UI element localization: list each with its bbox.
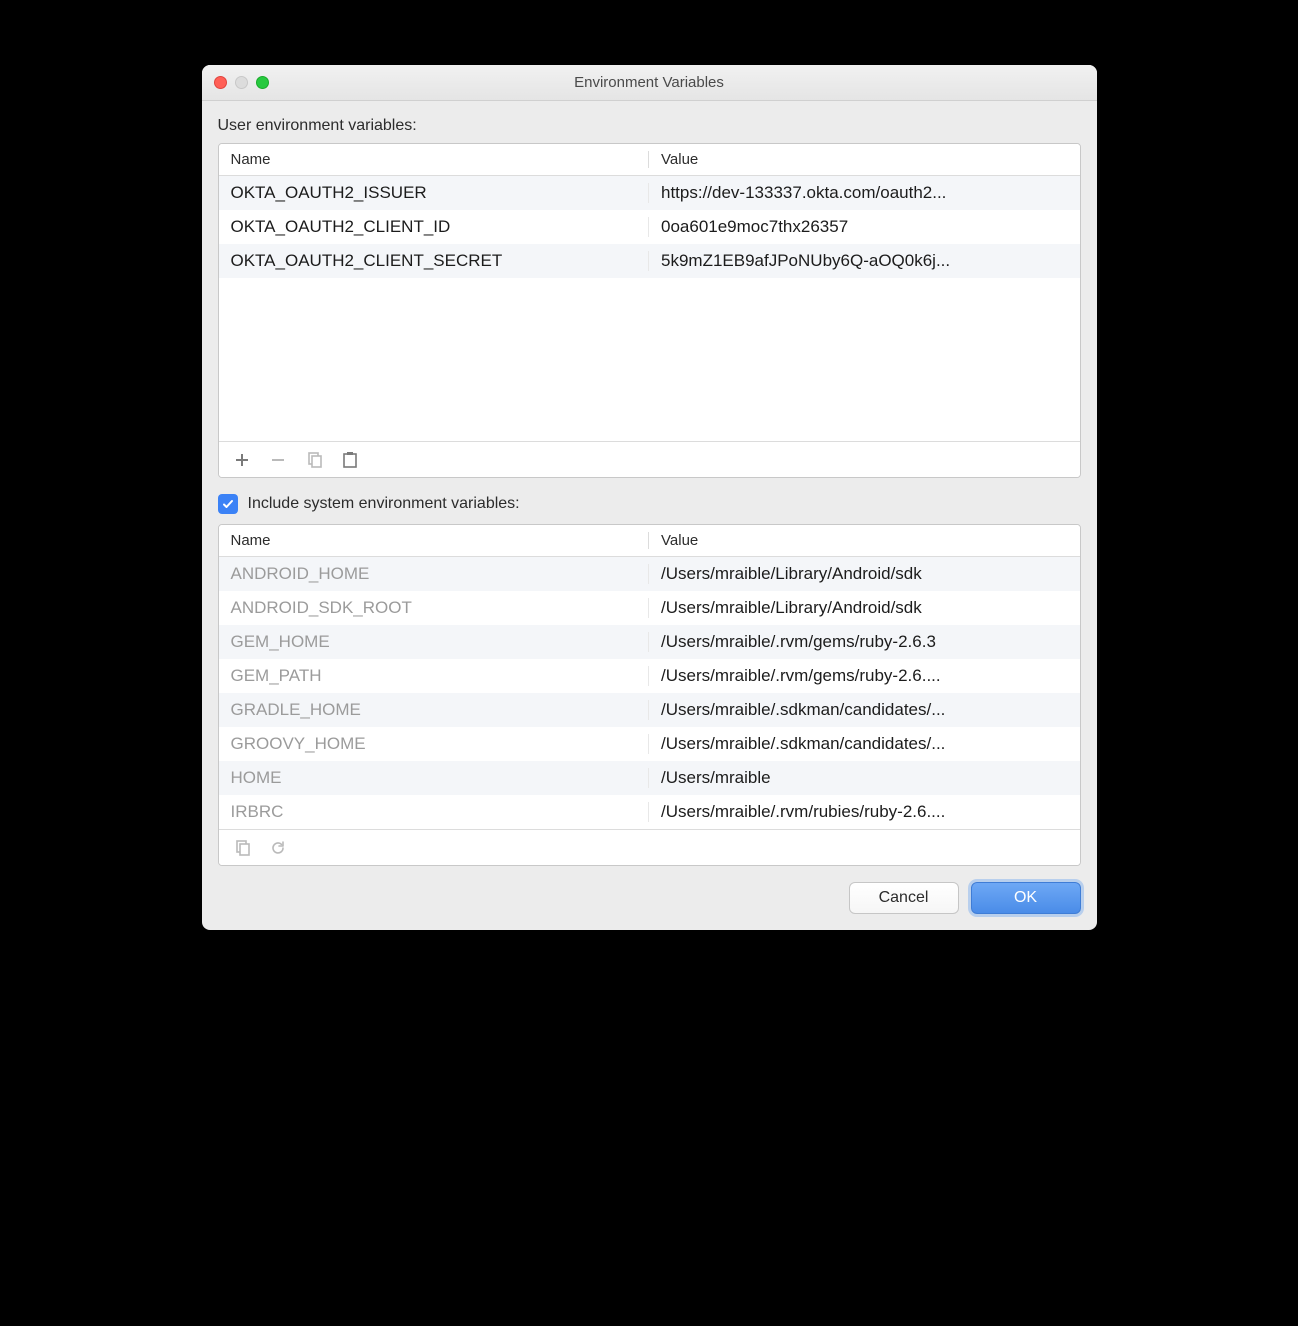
maximize-icon[interactable]	[256, 76, 269, 89]
cell-name[interactable]: OKTA_OAUTH2_CLIENT_ID	[219, 217, 650, 237]
cell-value: /Users/mraible/.rvm/rubies/ruby-2.6....	[649, 802, 1080, 822]
user-vars-toolbar	[219, 441, 1080, 477]
paste-icon[interactable]	[341, 451, 359, 469]
column-header-value[interactable]: Value	[649, 532, 1080, 549]
cell-name[interactable]: OKTA_OAUTH2_CLIENT_SECRET	[219, 251, 650, 271]
cell-name: GEM_PATH	[219, 666, 650, 686]
column-header-value[interactable]: Value	[649, 151, 1080, 168]
table-row[interactable]: OKTA_OAUTH2_ISSUER https://dev-133337.ok…	[219, 176, 1080, 210]
table-header: Name Value	[219, 525, 1080, 557]
cell-value: /Users/mraible/Library/Android/sdk	[649, 598, 1080, 618]
cell-name: GROOVY_HOME	[219, 734, 650, 754]
column-header-name[interactable]: Name	[219, 532, 650, 549]
system-vars-table: Name Value ANDROID_HOME /Users/mraible/L…	[218, 524, 1081, 866]
cell-value[interactable]: 0oa601e9moc7thx26357	[649, 217, 1080, 237]
include-system-row: Include system environment variables:	[218, 494, 1081, 514]
column-header-name[interactable]: Name	[219, 151, 650, 168]
include-system-checkbox[interactable]	[218, 494, 238, 514]
cell-name: ANDROID_SDK_ROOT	[219, 598, 650, 618]
table-row[interactable]: OKTA_OAUTH2_CLIENT_SECRET 5k9mZ1EB9afJPo…	[219, 244, 1080, 278]
titlebar: Environment Variables	[202, 65, 1097, 101]
cell-name[interactable]: OKTA_OAUTH2_ISSUER	[219, 183, 650, 203]
cell-value: /Users/mraible/.sdkman/candidates/...	[649, 700, 1080, 720]
table-row[interactable]: ANDROID_SDK_ROOT /Users/mraible/Library/…	[219, 591, 1080, 625]
system-vars-toolbar	[219, 829, 1080, 865]
table-row[interactable]: IRBRC /Users/mraible/.rvm/rubies/ruby-2.…	[219, 795, 1080, 829]
cell-value: /Users/mraible	[649, 768, 1080, 788]
cell-value: /Users/mraible/.rvm/gems/ruby-2.6....	[649, 666, 1080, 686]
cell-value[interactable]: https://dev-133337.okta.com/oauth2...	[649, 183, 1080, 203]
cell-value[interactable]: 5k9mZ1EB9afJPoNUby6Q-aOQ0k6j...	[649, 251, 1080, 271]
copy-icon[interactable]	[233, 839, 251, 857]
cell-name: HOME	[219, 768, 650, 788]
cell-value: /Users/mraible/Library/Android/sdk	[649, 564, 1080, 584]
cell-name: GEM_HOME	[219, 632, 650, 652]
cell-name: GRADLE_HOME	[219, 700, 650, 720]
cell-value: /Users/mraible/.rvm/gems/ruby-2.6.3	[649, 632, 1080, 652]
dialog-content: User environment variables: Name Value O…	[202, 101, 1097, 930]
cell-name: IRBRC	[219, 802, 650, 822]
env-vars-dialog: Environment Variables User environment v…	[202, 65, 1097, 930]
traffic-lights	[202, 76, 269, 89]
user-vars-table: Name Value OKTA_OAUTH2_ISSUER https://de…	[218, 143, 1081, 478]
cancel-button[interactable]: Cancel	[849, 882, 959, 914]
cell-value: /Users/mraible/.sdkman/candidates/...	[649, 734, 1080, 754]
table-row[interactable]: GRADLE_HOME /Users/mraible/.sdkman/candi…	[219, 693, 1080, 727]
table-row[interactable]: GEM_PATH /Users/mraible/.rvm/gems/ruby-2…	[219, 659, 1080, 693]
table-row[interactable]: HOME /Users/mraible	[219, 761, 1080, 795]
include-system-label: Include system environment variables:	[248, 495, 520, 513]
remove-icon[interactable]	[269, 451, 287, 469]
close-icon[interactable]	[214, 76, 227, 89]
user-vars-label: User environment variables:	[218, 117, 1081, 135]
copy-icon[interactable]	[305, 451, 323, 469]
table-header: Name Value	[219, 144, 1080, 176]
table-row[interactable]: ANDROID_HOME /Users/mraible/Library/Andr…	[219, 557, 1080, 591]
cell-name: ANDROID_HOME	[219, 564, 650, 584]
dialog-buttons: Cancel OK	[218, 882, 1081, 914]
table-row[interactable]: GEM_HOME /Users/mraible/.rvm/gems/ruby-2…	[219, 625, 1080, 659]
minimize-icon	[235, 76, 248, 89]
revert-icon[interactable]	[269, 839, 287, 857]
system-vars-rows: ANDROID_HOME /Users/mraible/Library/Andr…	[219, 557, 1080, 829]
ok-button[interactable]: OK	[971, 882, 1081, 914]
table-row[interactable]: GROOVY_HOME /Users/mraible/.sdkman/candi…	[219, 727, 1080, 761]
window-title: Environment Variables	[202, 74, 1097, 91]
add-icon[interactable]	[233, 451, 251, 469]
user-vars-rows: OKTA_OAUTH2_ISSUER https://dev-133337.ok…	[219, 176, 1080, 441]
table-row[interactable]: OKTA_OAUTH2_CLIENT_ID 0oa601e9moc7thx263…	[219, 210, 1080, 244]
